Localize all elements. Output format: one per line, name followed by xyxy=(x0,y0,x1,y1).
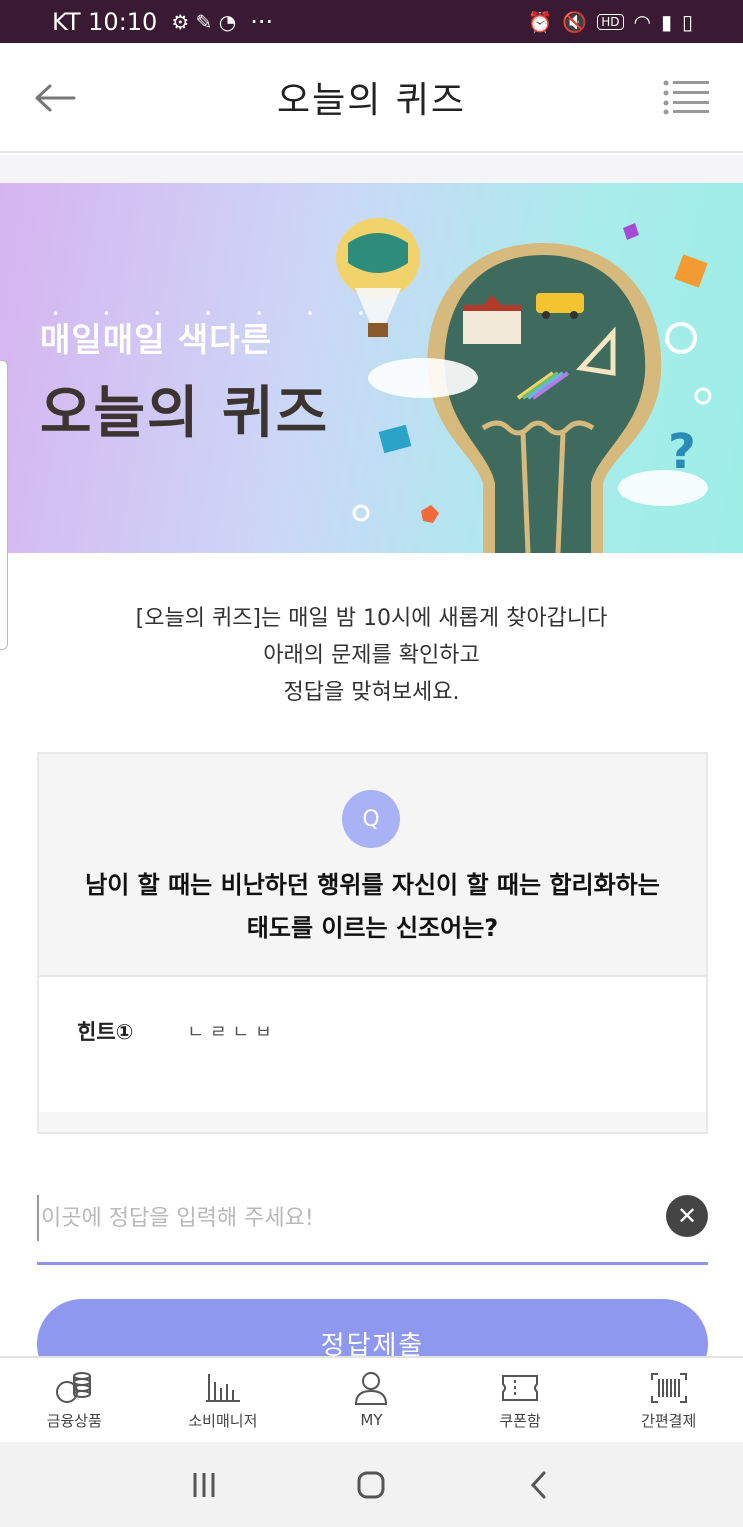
wifi-icon: ◠ xyxy=(633,9,651,34)
list-menu-icon xyxy=(663,80,709,115)
nav-label: 간편결제 xyxy=(641,1411,697,1430)
bar-chart-icon xyxy=(205,1373,240,1402)
question-line-1: 남이 할 때는 비난하던 행위를 자신이 할 때는 합리화하는 xyxy=(85,871,660,899)
nav-label: 소비매니저 xyxy=(188,1411,258,1430)
quiz-description: [오늘의 퀴즈]는 매일 밤 10시에 새롭게 찾아갑니다 아래의 문제를 확인… xyxy=(0,600,743,711)
status-time: KT 10:10 xyxy=(52,7,158,36)
home-icon[interactable] xyxy=(356,1470,386,1500)
alarm-icon: ⏰ xyxy=(527,9,553,34)
answer-field: ✕ xyxy=(37,1185,708,1265)
barcode-icon xyxy=(650,1372,687,1403)
system-nav-bar xyxy=(0,1442,743,1527)
nav-label: 쿠폰함 xyxy=(499,1411,541,1430)
signal-icon: ▮ xyxy=(660,9,672,34)
hd-icon: HD xyxy=(597,13,624,30)
back-button[interactable] xyxy=(34,77,76,119)
nav-item-my[interactable]: MY xyxy=(306,1371,436,1429)
battery-icon: ▯ xyxy=(681,9,693,34)
question-text: 남이 할 때는 비난하던 행위를 자신이 할 때는 합리화하는 태도를 이르는 … xyxy=(59,864,686,950)
mute-icon: 🔇 xyxy=(562,9,588,34)
nav-item-spending-manager[interactable]: 소비매니저 xyxy=(158,1370,288,1431)
svg-text:?: ? xyxy=(668,424,696,480)
user-icon xyxy=(355,1372,388,1405)
answer-input[interactable] xyxy=(37,1195,637,1241)
page-title: 오늘의 퀴즈 xyxy=(276,80,467,121)
status-notification-icons: ⚙ ✎ ◔ xyxy=(171,9,237,34)
description-line-2: 아래의 문제를 확인하고 xyxy=(263,643,480,668)
question-card-footer xyxy=(39,1112,706,1132)
nav-label: 금융상품 xyxy=(46,1411,102,1430)
description-line-3: 정답을 맞혀보세요. xyxy=(283,680,460,705)
hint-value: ㄴㄹㄴㅂ xyxy=(187,1022,278,1043)
coins-icon xyxy=(56,1371,92,1403)
banner-title: 오늘의 퀴즈 xyxy=(40,381,330,446)
status-system-icons: ⏰ 🔇 HD ◠ ▮ ▯ xyxy=(527,10,693,34)
nav-label: MY xyxy=(360,1411,383,1429)
banner-subtitle: 매일매일 색다른 xyxy=(40,320,273,359)
back-nav-icon[interactable] xyxy=(524,1470,554,1500)
recent-apps-icon[interactable] xyxy=(189,1470,219,1500)
description-line-1: [오늘의 퀴즈]는 매일 밤 10시에 새롭게 찾아갑니다 xyxy=(135,606,608,631)
lightbulb-illustration: ? xyxy=(336,218,712,553)
question-line-2: 태도를 이르는 신조어는? xyxy=(246,914,499,942)
bottom-nav: 금융상품 소비매니저 MY 쿠폰함 간편결제 xyxy=(0,1356,743,1442)
nav-item-easy-pay[interactable]: 간편결제 xyxy=(604,1370,734,1431)
hot-air-balloon-icon xyxy=(336,218,420,337)
question-header: Q 남이 할 때는 비난하던 행위를 자신이 할 때는 합리화하는 태도를 이르… xyxy=(39,754,706,977)
app-header: 오늘의 퀴즈 xyxy=(0,43,743,153)
hint-row: 힌트① ㄴㄹㄴㅂ xyxy=(75,1016,278,1054)
close-icon: ✕ xyxy=(676,1202,698,1230)
hint-label: 힌트① xyxy=(75,1016,172,1054)
status-more-icon: ··· xyxy=(250,7,274,36)
nav-item-coupons[interactable]: 쿠폰함 xyxy=(455,1370,585,1431)
nav-item-financial-products[interactable]: 금융상품 xyxy=(9,1370,139,1431)
question-card: Q 남이 할 때는 비난하던 행위를 자신이 할 때는 합리화하는 태도를 이르… xyxy=(37,752,708,1134)
ticket-icon xyxy=(502,1374,539,1401)
status-bar: KT 10:10 ⚙ ✎ ◔ ··· ⏰ 🔇 HD ◠ ▮ ▯ xyxy=(0,0,743,43)
question-badge: Q xyxy=(342,790,400,848)
header-divider-gap xyxy=(0,155,743,183)
arrow-left-icon xyxy=(35,84,76,112)
quiz-banner: • • • • • • • 매일매일 색다른 오늘의 퀴즈 ? xyxy=(0,183,743,553)
menu-button[interactable] xyxy=(663,79,709,115)
clear-input-button[interactable]: ✕ xyxy=(666,1195,708,1237)
